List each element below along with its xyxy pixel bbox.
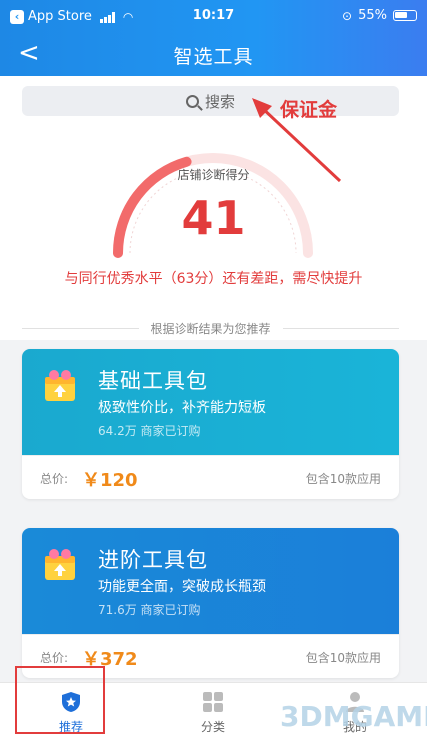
battery-percent: 55% (358, 8, 387, 23)
recommend-label: 根据诊断结果为您推荐 (150, 322, 271, 336)
card-header: 基础工具包 极致性价比，补齐能力短板 64.2万 商家已订购 (22, 349, 399, 455)
compare-text: 与同行优秀水平（63分）还有差距，需尽快提升 (64, 271, 363, 287)
price-value: ￥120 (82, 470, 138, 491)
gift-box-icon (45, 549, 75, 580)
tab-label: 分类 (200, 720, 225, 734)
search-icon (185, 94, 199, 108)
header: ‹ App Store ◠ 10:17 ⊙ 55% < 智选工具 (0, 0, 427, 76)
card-description: 极致性价比，补齐能力短板 (98, 400, 266, 416)
watermark: 3DMGAME (280, 700, 427, 733)
card-subscribers: 71.6万 商家已订购 (98, 603, 201, 617)
annotation-label: 保证金 (280, 99, 338, 121)
page-title: 智选工具 (173, 46, 254, 68)
annotation-highlight-box (15, 666, 105, 734)
card-title: 基础工具包 (98, 369, 208, 393)
card-title: 进阶工具包 (98, 548, 208, 572)
recommend-divider: 根据诊断结果为您推荐 (22, 320, 400, 337)
tool-package-card-basic[interactable]: 基础工具包 极致性价比，补齐能力短板 64.2万 商家已订购 总价: ￥120 … (22, 349, 399, 499)
nav-bar: < 智选工具 (0, 34, 427, 76)
rotation-lock-icon: ⊙ (342, 8, 353, 23)
tab-category[interactable]: 分类 (142, 683, 284, 736)
card-subscribers: 64.2万 商家已订购 (98, 424, 201, 438)
battery-icon (393, 10, 417, 21)
gift-box-icon (45, 370, 75, 401)
app-count: 包含10款应用 (305, 651, 381, 665)
card-footer: 总价: ￥120 包含10款应用 (22, 455, 399, 499)
tool-package-card-advanced[interactable]: 进阶工具包 功能更全面，突破成长瓶颈 71.6万 商家已订购 总价: ￥372 … (22, 528, 399, 678)
price-label: 总价: (40, 472, 69, 486)
card-description: 功能更全面，突破成长瓶颈 (98, 579, 266, 595)
score-label: 店铺诊断得分 (177, 168, 250, 182)
grid-icon (203, 692, 223, 712)
price-label: 总价: (40, 651, 69, 665)
app-count: 包含10款应用 (305, 472, 381, 486)
diagnosis-panel: 搜索 保证金 店铺诊断得分 41 与同行优秀水平（63分）还有差距，需尽快提升 … (0, 76, 427, 340)
card-header: 进阶工具包 功能更全面，突破成长瓶颈 71.6万 商家已订购 (22, 528, 399, 634)
score-value: 41 (181, 191, 246, 245)
status-bar: ‹ App Store ◠ 10:17 ⊙ 55% (0, 0, 427, 34)
search-placeholder: 搜索 (204, 92, 235, 111)
